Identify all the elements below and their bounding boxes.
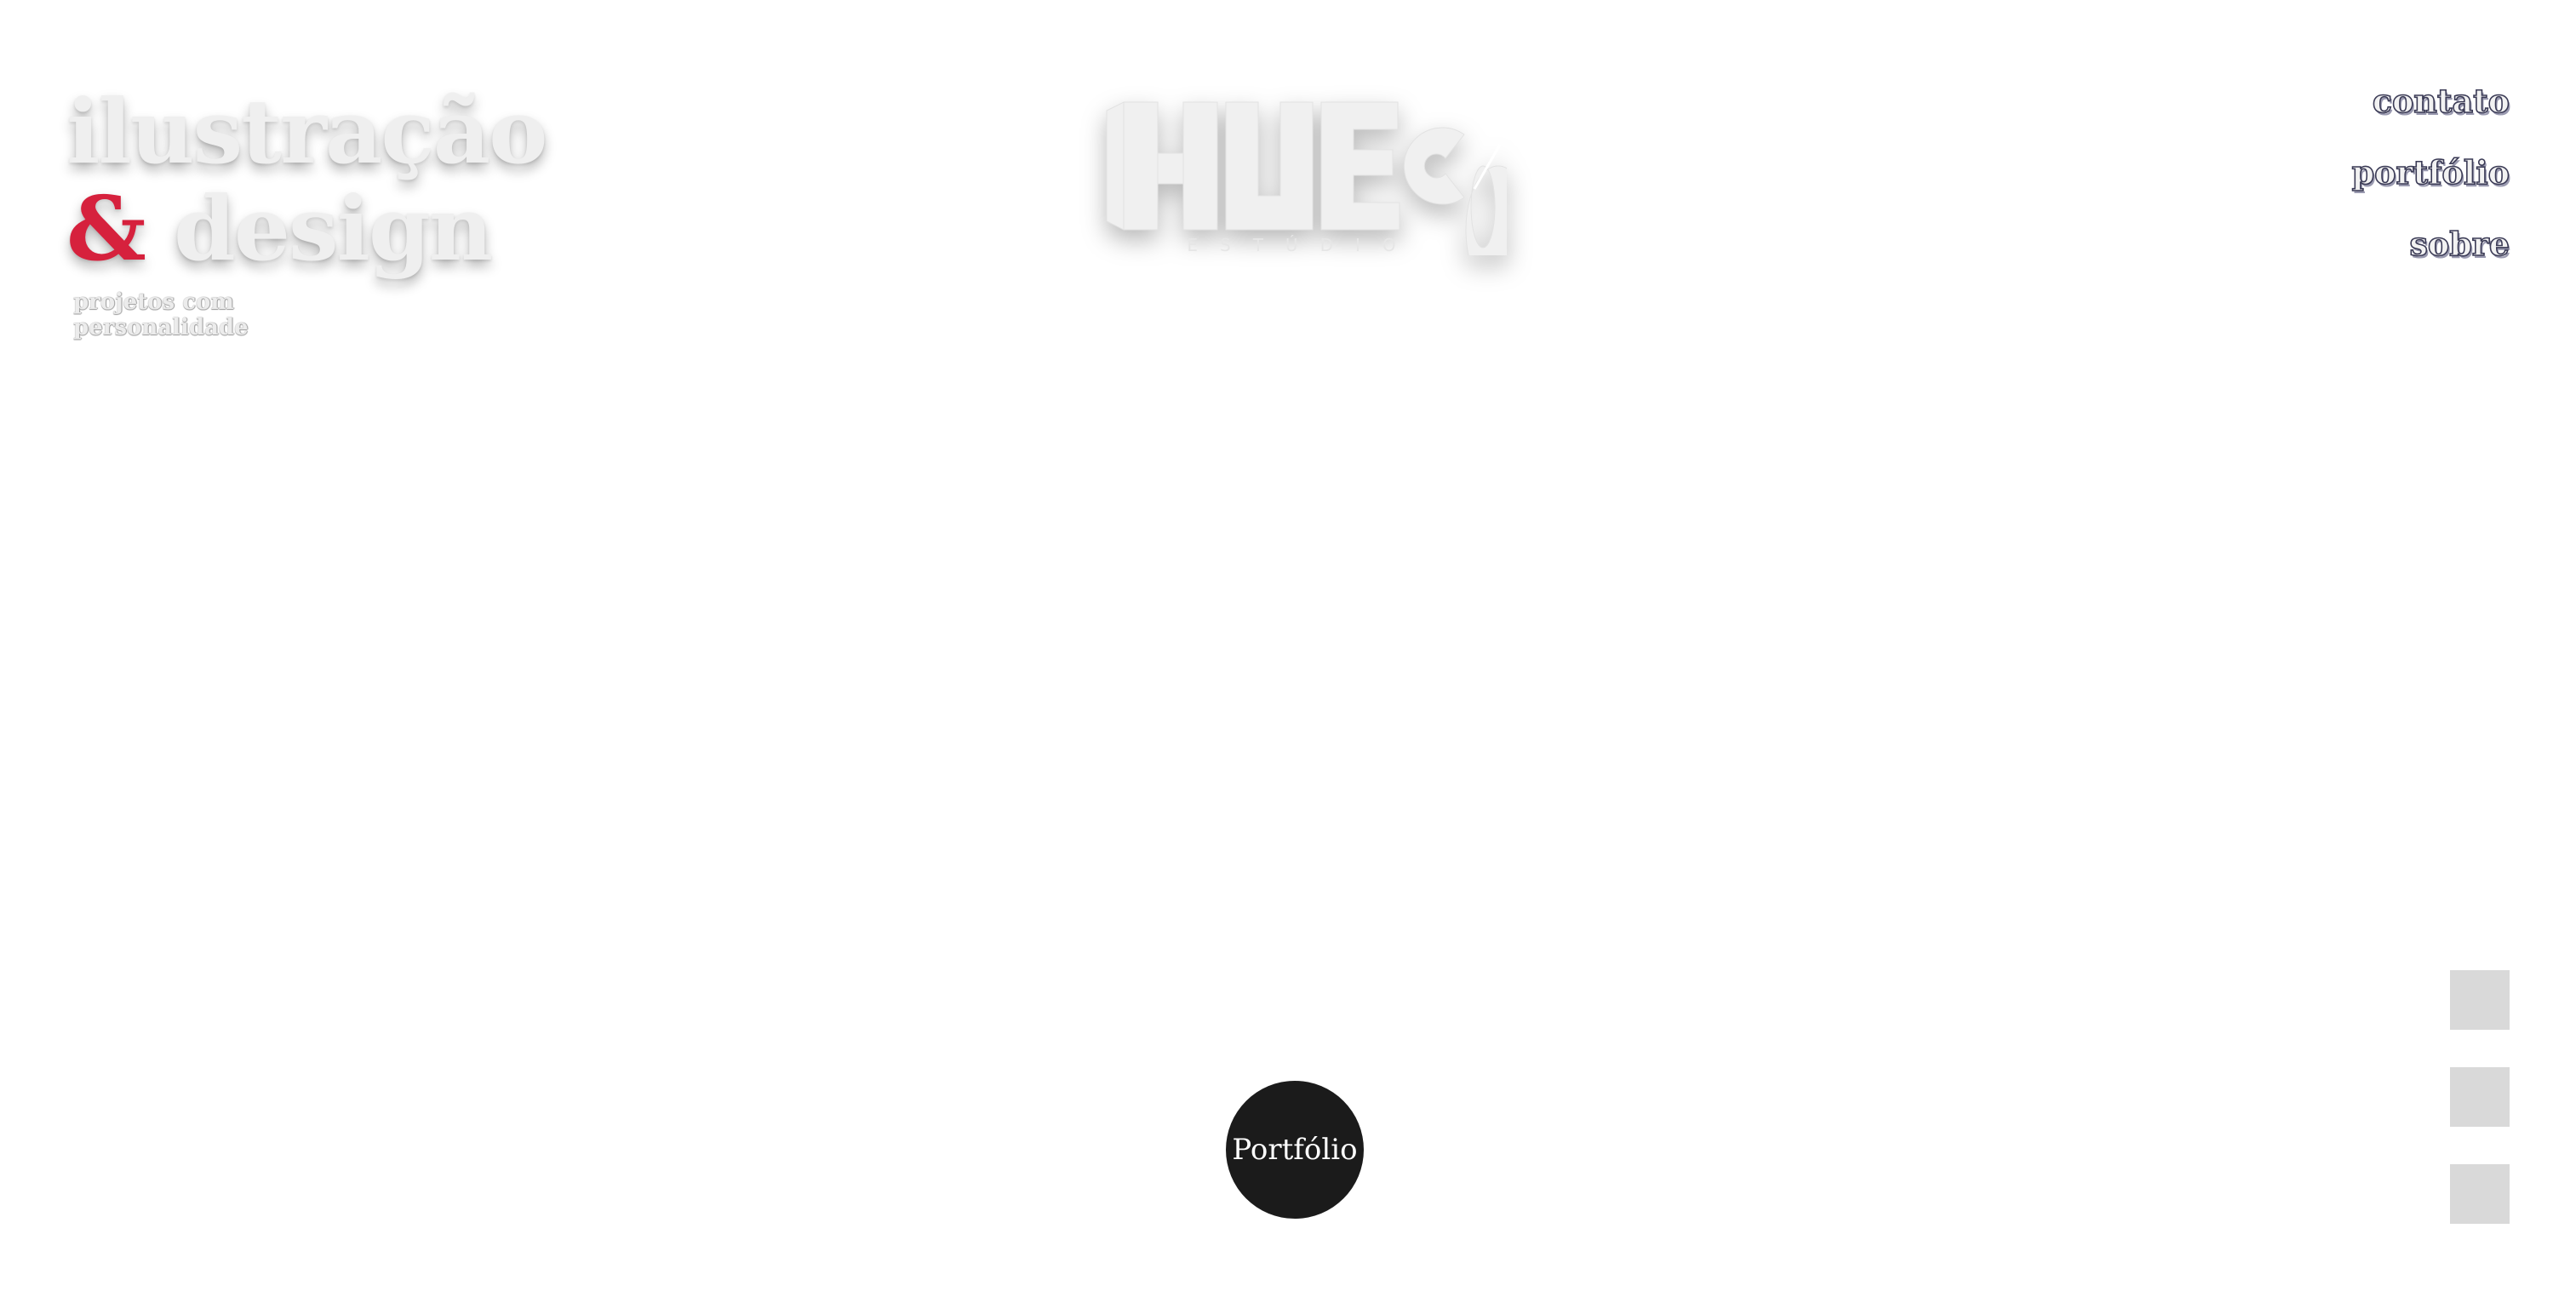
hero-line-ilustracao: ilustração: [66, 79, 547, 184]
social-link-2-icon[interactable]: [2450, 1067, 2510, 1127]
hero-design-word: design: [144, 176, 493, 281]
portfolio-button[interactable]: Portfólio: [1226, 1081, 1364, 1219]
nav-portfolio[interactable]: portfólio: [2351, 154, 2510, 191]
social-link-1-icon[interactable]: [2450, 970, 2510, 1030]
hueco-logo-icon: [1106, 101, 1531, 294]
nav-sobre[interactable]: sobre: [2352, 226, 2510, 263]
nav-contato[interactable]: contato: [2352, 83, 2510, 120]
main-nav: contato portfólio sobre: [2351, 83, 2510, 298]
hero-ampersand: &: [66, 176, 146, 281]
logo-subtext: ESTÚDIO: [1187, 235, 1418, 255]
page: ilustração & design projetos com persona…: [0, 0, 2576, 1314]
social-links: [2450, 970, 2510, 1261]
hero-line-design: & design: [66, 180, 546, 277]
hero-tagline: ilustração & design projetos com persona…: [66, 79, 547, 341]
social-link-3-icon[interactable]: [2450, 1164, 2510, 1224]
hero-subtitle: projetos com personalidade: [73, 289, 249, 340]
hueco-logo[interactable]: ESTÚDIO: [1098, 94, 1531, 294]
